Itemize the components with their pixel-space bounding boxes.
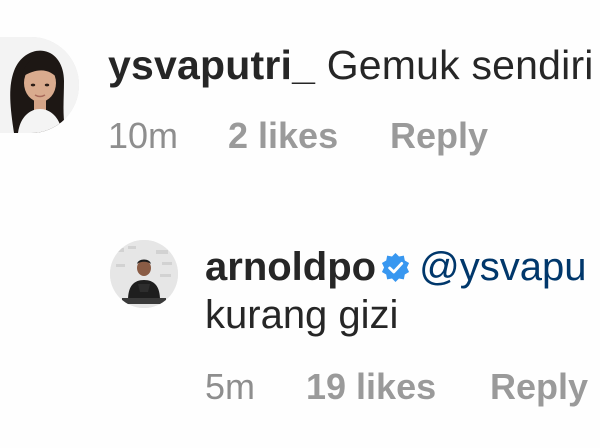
avatar[interactable]: [110, 240, 178, 308]
comment-timestamp: 10m: [108, 115, 179, 156]
comment-likes-count[interactable]: 19 likes: [306, 366, 436, 408]
verified-badge-icon: [380, 252, 411, 283]
reply-label[interactable]: Reply: [490, 366, 588, 407]
avatar[interactable]: [0, 37, 79, 133]
comment-username[interactable]: arnoldpo: [205, 245, 376, 289]
comment-likes-count[interactable]: 2 likes: [228, 115, 338, 157]
comment-text: kurang gizi: [205, 293, 399, 337]
comment-text-line: ysvaputri_ Gemuk sendiri: [108, 42, 594, 89]
likes-label[interactable]: 2 likes: [228, 115, 338, 156]
reply-button[interactable]: Reply: [490, 366, 588, 408]
reply-button[interactable]: Reply: [390, 115, 488, 157]
likes-label[interactable]: 19 likes: [306, 366, 436, 407]
comment-text: Gemuk sendiri: [326, 42, 594, 88]
comment-timestamp: 5m: [205, 366, 256, 407]
profile-photo-icon: [0, 37, 79, 133]
comment-text-line: arnoldpo @ysvapu: [205, 245, 586, 290]
profile-photo-icon: [110, 240, 178, 308]
comment-username[interactable]: ysvaputri_: [108, 42, 315, 88]
reply-label[interactable]: Reply: [390, 115, 488, 156]
comments-thread: ysvaputri_ Gemuk sendiri 10m 2 likes Rep…: [0, 0, 600, 448]
comment-mention[interactable]: @ysvapu: [419, 245, 586, 289]
